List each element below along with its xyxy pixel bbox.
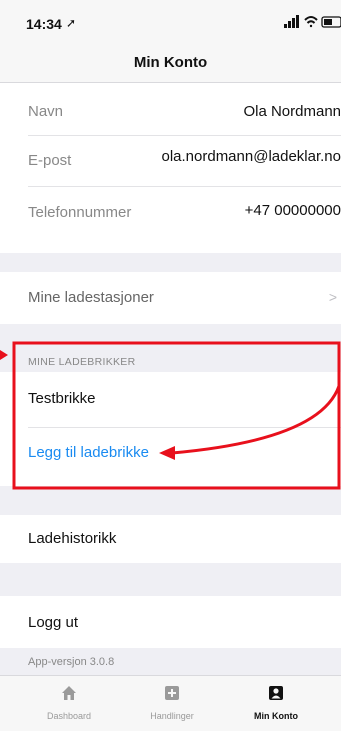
profile-section: Navn Ola Nordmann E-post ola.nordmann@la…: [0, 83, 341, 253]
phone-value: +47 00000000: [244, 202, 341, 219]
divider: [28, 135, 341, 136]
signal-icon: [284, 15, 299, 28]
status-time: 14:34: [26, 16, 62, 32]
location-arrow-icon: ➚: [66, 16, 77, 30]
tab-label: Handlinger: [150, 711, 194, 721]
divider: [28, 186, 341, 187]
arrow-left-pointer: [0, 350, 8, 360]
tab-label: Dashboard: [46, 711, 92, 721]
add-chip-link[interactable]: Legg til ladebrikke: [28, 444, 149, 461]
account-icon: [269, 686, 283, 700]
status-bar: 14:34 ➚: [0, 0, 341, 40]
chevron-right-icon: >: [328, 289, 337, 305]
app-version: App-versjon 3.0.8: [28, 656, 115, 668]
phone-label: Telefonnummer: [28, 204, 132, 221]
tab-actions[interactable]: Handlinger: [117, 676, 227, 731]
name-label: Navn: [28, 103, 64, 120]
chip-item[interactable]: Testbrikke: [28, 390, 96, 407]
chips-section: Testbrikke Legg til ladebrikke: [0, 372, 341, 486]
status-icons: [284, 15, 341, 28]
tab-bar: Dashboard Handlinger Min Konto: [0, 675, 341, 731]
email-value: ola.nordmann@ladeklar.no: [161, 148, 341, 165]
email-label: E-post: [28, 152, 72, 169]
section-header-chips: MINE LADEBRIKKER: [28, 356, 136, 368]
home-icon: [62, 686, 76, 700]
tab-dashboard[interactable]: Dashboard: [14, 676, 124, 731]
logout-label: Logg ut: [28, 614, 79, 631]
charge-history-row[interactable]: Ladehistorikk: [0, 515, 341, 563]
my-stations-row[interactable]: Mine ladestasjoner >: [0, 272, 341, 324]
wifi-icon: [304, 16, 318, 28]
plus-square-icon: [165, 686, 179, 700]
divider: [28, 427, 341, 428]
logout-row[interactable]: Logg ut: [0, 596, 341, 648]
page-title: Min Konto: [133, 54, 208, 71]
nav-bar: Min Konto: [0, 40, 341, 83]
battery-icon: [321, 16, 341, 28]
tab-my-account[interactable]: Min Konto: [221, 676, 331, 731]
my-stations-label: Mine ladestasjoner: [28, 289, 154, 306]
name-value: Ola Nordmann: [243, 103, 341, 120]
charge-history-label: Ladehistorikk: [28, 530, 117, 547]
tab-label: Min Konto: [254, 711, 298, 721]
